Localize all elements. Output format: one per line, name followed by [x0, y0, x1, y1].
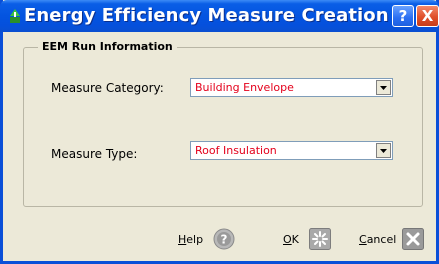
close-icon: X: [421, 7, 434, 25]
ok-button-label: OK: [283, 232, 299, 246]
close-x-icon: [402, 228, 425, 250]
starburst-icon: [308, 228, 331, 250]
chevron-down-icon[interactable]: [376, 143, 391, 158]
title-close-button[interactable]: X: [416, 5, 439, 27]
eem-run-info-group: EEM Run Information: [23, 40, 423, 207]
question-circle-icon: ?: [213, 228, 235, 250]
question-icon: ?: [398, 7, 408, 25]
measure-type-select[interactable]: Roof Insulation: [190, 141, 393, 160]
help-button-label: Help: [178, 232, 204, 246]
cancel-button-label: Cancel: [359, 232, 397, 246]
dialog-window: Energy Efficiency Measure Creation ? X E…: [0, 0, 439, 264]
title-help-button[interactable]: ?: [392, 5, 414, 27]
chevron-down-icon[interactable]: [376, 80, 391, 95]
measure-category-label: Measure Category:: [51, 81, 164, 95]
window-title: Energy Efficiency Measure Creation: [24, 5, 389, 26]
app-leaf-icon: [10, 9, 20, 23]
measure-type-label: Measure Type:: [51, 147, 138, 161]
measure-type-value: Roof Insulation: [195, 144, 277, 157]
title-bar[interactable]: Energy Efficiency Measure Creation ? X: [0, 0, 439, 32]
measure-category-value: Building Envelope: [195, 81, 294, 94]
group-legend: EEM Run Information: [38, 40, 177, 53]
measure-category-select[interactable]: Building Envelope: [190, 78, 393, 97]
help-button[interactable]: Help ?: [178, 228, 235, 250]
ok-button[interactable]: OK: [283, 228, 331, 250]
svg-text:?: ?: [221, 233, 228, 247]
cancel-button[interactable]: Cancel: [359, 228, 425, 250]
